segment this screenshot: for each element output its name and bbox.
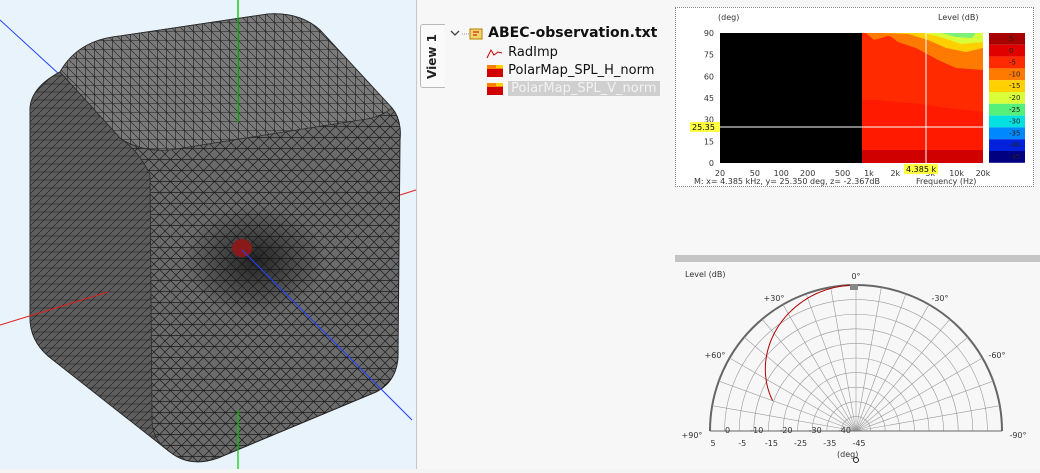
color-scale-tick-label: -20 [1009, 94, 1020, 102]
color-scale-swatch [989, 56, 997, 69]
color-scale-swatch [989, 68, 997, 81]
map-cursor-readout: M: x= 4.385 kHz, y= 25.350 deg, z= -2.36… [694, 177, 880, 186]
color-scale-swatch [989, 103, 997, 116]
map-y-tick-label: 0 [709, 159, 714, 168]
color-scale-tick-label: -5 [1009, 59, 1016, 67]
3d-viewport[interactable] [0, 0, 417, 469]
cursor-x-label: 4.385 k [906, 165, 936, 174]
polar-angle-label: -90° [1009, 431, 1026, 440]
color-scale-bar: 5 0 -5 -10 -15 -20 -25 -30 -35 -40 -45 [989, 33, 1025, 163]
polar-top-marker [850, 284, 858, 290]
polar-radial-label: -45 [852, 439, 865, 448]
color-scale-tick-label: -35 [1009, 129, 1020, 137]
color-scale-tick-label: 5 [1009, 35, 1013, 43]
polar-map-chart[interactable]: (deg) Level (dB) 90 75 60 45 30 15 0 20 50 100 20… [675, 7, 1034, 187]
view-tab[interactable]: View 1 [420, 24, 445, 88]
color-scale-swatch [989, 115, 997, 128]
color-scale-swatch [989, 44, 997, 57]
map-y-unit: (deg) [718, 13, 739, 22]
polar-unit-label: (deg) [837, 450, 858, 459]
polar-map-svg: (deg) Level (dB) 9075604530150 20 50 100 20… [690, 13, 1025, 186]
polar-angle-label: 0° [851, 272, 860, 281]
polar-plot-svg: Level (dB) 0°+30° -30°+60° -60°+90° -90°50-… [682, 270, 1027, 463]
tree-root-label: ABEC-observation.txt [488, 25, 658, 41]
heatmap-icon [487, 82, 503, 95]
polar-angle-label: +60° [705, 351, 726, 360]
map-y-tick-label: 75 [704, 51, 714, 60]
polar-level-label: Level (dB) [685, 270, 725, 279]
polar-radial-label: -15 [765, 439, 778, 448]
line-graph-icon [486, 48, 503, 58]
polar-radial-label: -35 [823, 439, 836, 448]
polar-radial-label: -20 [779, 426, 792, 435]
tree-item-label: RadImp [508, 45, 558, 60]
x-axis-line [399, 189, 416, 196]
color-scale-swatch [989, 92, 997, 104]
color-scale-tick-label: -30 [1009, 118, 1020, 126]
folder-file-icon [462, 28, 483, 39]
color-scale-tick-label: -45 [1009, 153, 1020, 161]
map-y-tick-label: 90 [704, 29, 714, 38]
polar-angle-label: +30° [764, 294, 785, 303]
tree-item-label-selected: PolarMap_SPL_V_norm [508, 81, 660, 96]
cursor-y-label: 25.35 [692, 123, 715, 132]
color-scale-swatch [989, 151, 997, 163]
heatmap-icon [487, 64, 503, 77]
polar-radial-label: -5 [738, 439, 746, 448]
view-tab-label: View 1 [425, 34, 439, 79]
map-x-tick-label: 20k [976, 169, 991, 178]
polar-radial-label: 5 [710, 439, 715, 448]
polar-radial-label: -10 [750, 426, 763, 435]
panel-splitter[interactable] [675, 255, 1040, 262]
map-x-axis-label: Frequency (Hz) [916, 177, 976, 186]
mesh-model-render [0, 0, 416, 469]
map-x-tick-label: 2k [890, 169, 900, 178]
polar-radial-label: -25 [794, 439, 807, 448]
map-y-tick-label: 15 [704, 137, 714, 146]
polar-radial-label: -30 [809, 426, 822, 435]
polar-angle-label: +90° [682, 431, 703, 440]
color-scale-tick-label: -25 [1009, 106, 1020, 114]
polar-radial-label: 0 [725, 426, 730, 435]
polar-angle-label: -30° [931, 294, 948, 303]
polar-angle-label: -60° [988, 351, 1005, 360]
map-y-tick-label: 45 [704, 94, 714, 103]
color-scale-swatch [989, 80, 997, 92]
tree-expand-icon[interactable] [450, 26, 460, 44]
color-scale-swatch [989, 139, 997, 151]
color-scale-swatch [989, 127, 997, 140]
tree-root-node[interactable]: ABEC-observation.txt [462, 24, 657, 42]
color-scale-tick-label: -40 [1009, 141, 1020, 149]
map-level-label: Level (dB) [938, 13, 978, 22]
tree-item-polarmap-h[interactable]: PolarMap_SPL_H_norm [486, 62, 654, 80]
color-scale-tick-label: -15 [1009, 82, 1020, 90]
map-y-tick-label: 60 [704, 72, 714, 81]
color-scale-tick-label: -10 [1009, 70, 1020, 78]
polar-radial-label: -40 [838, 426, 851, 435]
color-scale-tick-label: 0 [1009, 47, 1013, 55]
heatmap-bands [862, 33, 983, 163]
tree-item-label: PolarMap_SPL_H_norm [508, 63, 655, 78]
color-scale-swatch [989, 33, 997, 45]
polar-plot[interactable]: Level (dB) 0° +30° -30° +60° -60° +90° -90° 5 0-… [675, 266, 1040, 469]
tree-item-polarmap-v[interactable]: PolarMap_SPL_V_norm [486, 80, 660, 98]
tree-item-radimp[interactable]: RadImp [486, 44, 558, 62]
